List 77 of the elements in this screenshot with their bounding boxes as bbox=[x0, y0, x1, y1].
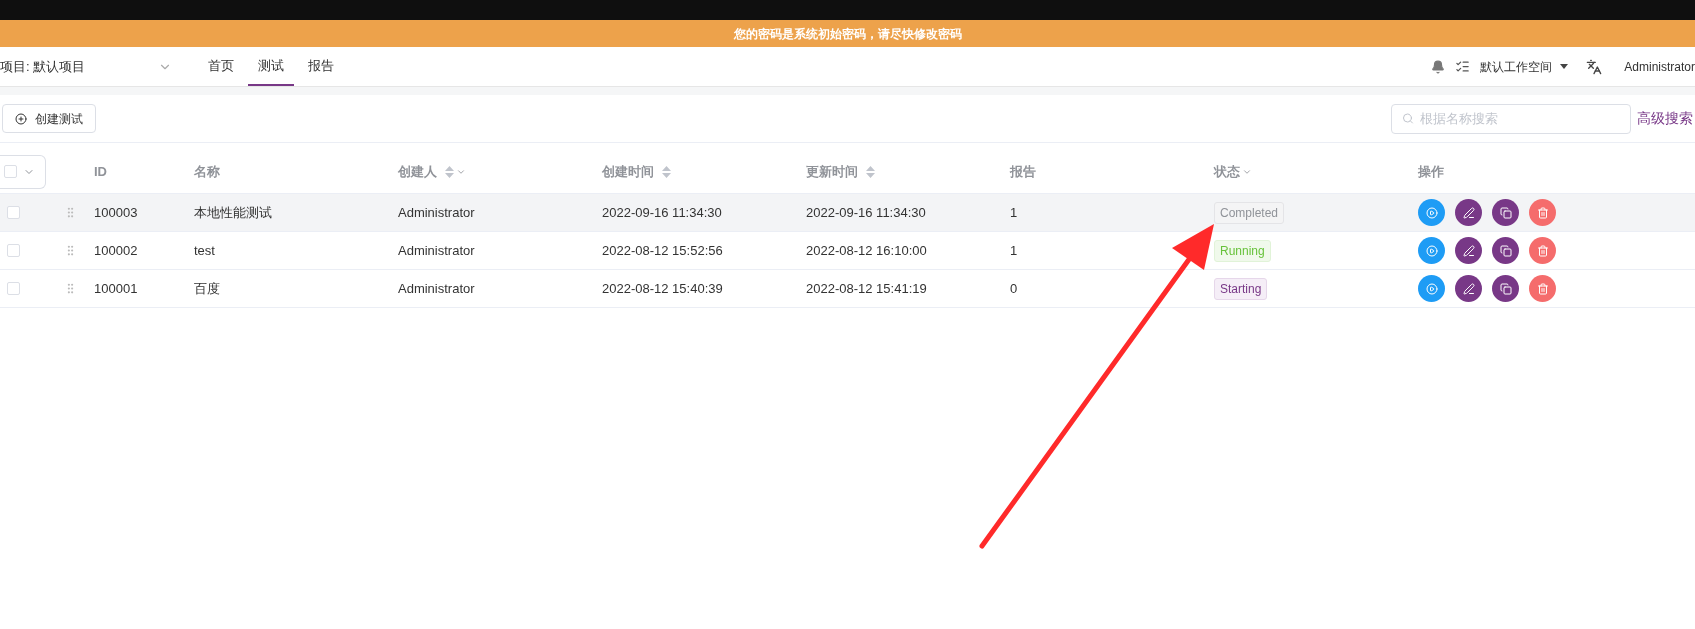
table-cell: 2022-08-12 15:52:56 bbox=[602, 242, 723, 258]
delete-button[interactable] bbox=[1529, 275, 1556, 302]
table-cell: 百度 bbox=[194, 280, 220, 296]
search-icon bbox=[1402, 112, 1414, 125]
copy-button[interactable] bbox=[1492, 237, 1519, 264]
task-list-icon[interactable] bbox=[1455, 59, 1471, 74]
table-cell: 2022-08-12 16:10:00 bbox=[806, 242, 927, 258]
table-cell: Administrator bbox=[398, 280, 475, 296]
pen-icon bbox=[1462, 206, 1475, 219]
copy-button[interactable] bbox=[1492, 199, 1519, 226]
sort-icon[interactable] bbox=[866, 165, 875, 178]
table-cell: 1 bbox=[1010, 204, 1018, 220]
table-cell: 1 bbox=[1010, 242, 1018, 258]
copy-button[interactable] bbox=[1492, 275, 1519, 302]
bell-icon[interactable] bbox=[1431, 59, 1446, 74]
edit-button[interactable] bbox=[1455, 237, 1482, 264]
column-label: 状态 bbox=[1214, 162, 1240, 181]
trash-icon bbox=[1536, 282, 1549, 295]
edit-button[interactable] bbox=[1455, 199, 1482, 226]
copy-icon bbox=[1499, 244, 1512, 257]
table-cell: 本地性能测试 bbox=[194, 204, 272, 220]
column-label: 创建人 bbox=[398, 162, 437, 181]
table-cell: 100001 bbox=[94, 280, 138, 296]
plus-circle-icon bbox=[15, 112, 27, 125]
create-test-button[interactable]: 创建测试 bbox=[2, 104, 96, 133]
row-checkbox[interactable] bbox=[7, 206, 20, 219]
row-checkbox[interactable] bbox=[7, 244, 20, 257]
delete-button[interactable] bbox=[1529, 237, 1556, 264]
play-circle-icon bbox=[1425, 282, 1438, 295]
nav-tab[interactable]: 首页 bbox=[198, 47, 244, 86]
pen-icon bbox=[1462, 244, 1475, 257]
table-row[interactable]: 100003 本地性能测试 Administrator 2022-09-16 11:34:30 2022-09-16 11:34:30 1 Completed bbox=[0, 194, 1695, 232]
pen-icon bbox=[1462, 282, 1475, 295]
column-header: 名称 bbox=[194, 162, 220, 181]
status-tag: Completed bbox=[1214, 201, 1285, 224]
caret-icon bbox=[1560, 64, 1569, 69]
project-select[interactable]: 项目: 默认项目 bbox=[0, 56, 180, 77]
copy-icon bbox=[1499, 282, 1512, 295]
run-button[interactable] bbox=[1418, 275, 1445, 302]
table-cell: 2022-08-12 15:41:19 bbox=[806, 280, 927, 296]
user-menu[interactable]: Administrator bbox=[1624, 57, 1695, 76]
search-field[interactable]: 根据名称搜索 bbox=[1391, 103, 1631, 134]
table-cell: 2022-08-12 15:40:39 bbox=[602, 280, 723, 296]
copy-icon bbox=[1499, 206, 1512, 219]
sort-icon[interactable] bbox=[445, 165, 454, 178]
sort-icon[interactable] bbox=[662, 165, 671, 178]
play-circle-icon bbox=[1425, 244, 1438, 257]
table-cell: 0 bbox=[1010, 280, 1018, 296]
table-cell: Administrator bbox=[398, 242, 475, 258]
table-cell: 100003 bbox=[94, 204, 138, 220]
status-tag: Starting bbox=[1214, 277, 1268, 300]
table-cell: Administrator bbox=[398, 204, 475, 220]
delete-button[interactable] bbox=[1529, 199, 1556, 226]
banner-text: 您的密码是系统初始密码，请尽快修改密码 bbox=[733, 25, 962, 43]
status-tag: Running bbox=[1214, 239, 1271, 262]
table-cell: 2022-09-16 11:34:30 bbox=[806, 204, 926, 220]
table-cell: test bbox=[194, 242, 215, 258]
edit-button[interactable] bbox=[1455, 275, 1482, 302]
play-circle-icon bbox=[1425, 206, 1438, 219]
run-button[interactable] bbox=[1418, 237, 1445, 264]
column-header: ID bbox=[94, 162, 107, 181]
trash-icon bbox=[1536, 244, 1549, 257]
column-label: 创建时间 bbox=[602, 162, 654, 181]
trash-icon bbox=[1536, 206, 1549, 219]
row-checkbox[interactable] bbox=[7, 282, 20, 295]
select-all-checkbox[interactable] bbox=[4, 165, 17, 178]
language-icon[interactable] bbox=[1586, 58, 1603, 75]
advanced-search-link[interactable]: 高级搜索 bbox=[1637, 108, 1693, 129]
table-cell: 2022-09-16 11:34:30 bbox=[602, 204, 722, 220]
workspace-select[interactable]: 默认工作空间 bbox=[1480, 57, 1569, 76]
column-header: 报告 bbox=[1010, 162, 1036, 181]
search-input[interactable]: 根据名称搜索 bbox=[1419, 108, 1620, 129]
column-header: 操作 bbox=[1418, 162, 1444, 181]
run-button[interactable] bbox=[1418, 199, 1445, 226]
table-cell: 100002 bbox=[94, 242, 138, 258]
nav-tab[interactable]: 报告 bbox=[298, 47, 344, 86]
column-label: 更新时间 bbox=[806, 162, 858, 181]
